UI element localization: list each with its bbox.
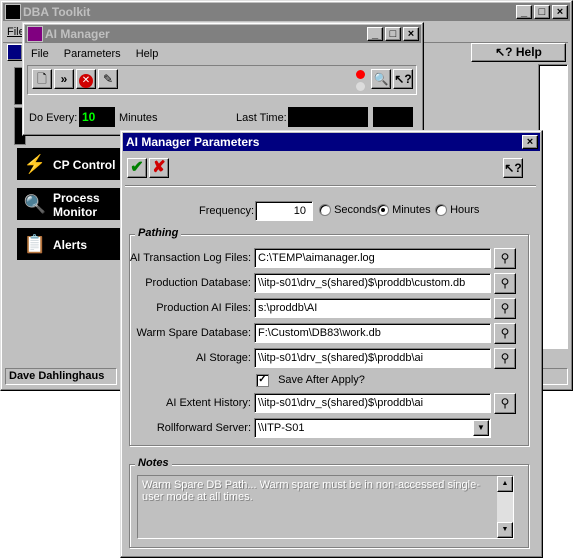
ai-manager-toolbar: 🗋 » ✕ ✎ 🔍 ↖?: [27, 65, 417, 95]
frequency-label: Frequency:: [199, 205, 255, 217]
checkbox-box[interactable]: ✓: [256, 374, 269, 387]
process-monitor-icon: 🔍: [23, 194, 47, 214]
ai-manager-title: AI Manager: [45, 27, 110, 41]
browse-binoculars-icon-aistorage[interactable]: ⚲: [494, 348, 516, 369]
radio-minutes[interactable]: Minutes: [377, 204, 431, 217]
ai-manager-menubar: File Parameters Help: [31, 45, 170, 63]
status-user: Dave Dahlinghaus: [5, 368, 117, 385]
ai-manager-window: AI Manager _ □ × File Parameters Help 🗋 …: [22, 22, 424, 136]
field-label-aistorage: AI Storage:: [195, 352, 251, 364]
nav-cp-control[interactable]: ⚡ CP Control: [15, 146, 123, 182]
field-input-aistorage[interactable]: \\itp-s01\drv_s(shared)$\proddb\ai: [254, 348, 491, 368]
last-time-value: [288, 107, 368, 127]
radio-minutes-label: Minutes: [392, 204, 431, 216]
extent-history-label: AI Extent History:: [166, 397, 251, 409]
dba-toolkit-title: DBA Toolkit: [23, 5, 91, 19]
browse-binoculars-icon-extent[interactable]: ⚲: [494, 393, 516, 414]
save-after-apply-checkbox[interactable]: ✓ Save After Apply?: [256, 374, 365, 387]
app-icon: [5, 4, 21, 20]
run-icon[interactable]: »: [54, 69, 74, 89]
ai-minimize-button[interactable]: _: [367, 27, 383, 41]
dropdown-arrow-icon[interactable]: ▼: [473, 420, 489, 436]
nav-alerts[interactable]: 📋 Alerts: [15, 226, 123, 262]
edit-icon[interactable]: ✎: [98, 69, 118, 89]
help-pointer-icon: ↖?: [495, 45, 513, 59]
dba-toolkit-titlebar[interactable]: DBA Toolkit _ □ ×: [3, 3, 570, 21]
do-every-value: 10: [79, 107, 115, 127]
pathing-group-label: Pathing: [135, 227, 182, 239]
maximize-button[interactable]: □: [534, 5, 550, 19]
params-dialog: AI Manager Parameters × ✔ ✘ ↖? Frequency…: [120, 130, 543, 558]
last-time-extra: [373, 107, 413, 127]
field-label-warmspare: Warm Spare Database:: [136, 327, 251, 339]
rollforward-server-label: Rollforward Server:: [156, 422, 251, 434]
radio-seconds[interactable]: Seconds: [319, 204, 377, 217]
extent-history-input[interactable]: \\itp-s01\drv_s(shared)$\proddb\ai: [254, 393, 491, 413]
save-after-apply-label: Save After Apply?: [278, 374, 365, 387]
scroll-up-icon[interactable]: ▲: [497, 476, 513, 492]
radio-hours[interactable]: Hours: [435, 204, 480, 217]
scroll-down-icon[interactable]: ▼: [497, 522, 513, 538]
params-close-button[interactable]: ×: [522, 135, 538, 149]
browse-binoculars-icon-log[interactable]: ⚲: [494, 248, 516, 269]
radio-seconds-label: Seconds: [334, 204, 377, 216]
notes-scrollbar[interactable]: ▲ ▼: [497, 476, 513, 538]
help-label: Help: [515, 45, 542, 59]
ai-menu-parameters[interactable]: Parameters: [64, 48, 121, 60]
toolkit-toolbar-icon[interactable]: [7, 44, 23, 61]
radio-seconds-dot[interactable]: [319, 204, 331, 217]
nav-cp-control-label: CP Control: [53, 158, 116, 172]
status-light-red: [356, 70, 365, 79]
minimize-button[interactable]: _: [516, 5, 532, 19]
frequency-input[interactable]: 10: [255, 201, 313, 221]
nav-process-monitor-label: Process Monitor: [53, 191, 100, 219]
cancel-x-icon[interactable]: ✘: [149, 158, 169, 178]
status-user-text: Dave Dahlinghaus: [9, 370, 105, 382]
params-titlebar[interactable]: AI Manager Parameters ×: [123, 133, 540, 151]
ai-close-button[interactable]: ×: [403, 27, 419, 41]
status-light-off: [356, 82, 365, 91]
radio-hours-label: Hours: [450, 204, 480, 216]
notes-textarea[interactable]: Warm Spare DB Path... Warm spare must be…: [137, 475, 514, 539]
radio-hours-dot[interactable]: [435, 204, 447, 217]
do-every-unit: Minutes: [119, 112, 158, 124]
search-icon[interactable]: 🔍: [371, 69, 391, 89]
field-input-warmspare[interactable]: F:\Custom\DB83\work.db: [254, 323, 491, 343]
alerts-icon: 📋: [23, 234, 47, 254]
field-label-log: AI Transaction Log Files:: [129, 252, 251, 264]
params-toolbar: ✔ ✘ ↖?: [125, 155, 536, 186]
new-doc-icon[interactable]: 🗋: [32, 69, 52, 89]
help-button[interactable]: ↖? Help: [471, 43, 566, 62]
context-help-icon[interactable]: ↖?: [393, 69, 413, 89]
field-input-log[interactable]: C:\TEMP\aimanager.log: [254, 248, 491, 268]
cp-control-icon: ⚡: [23, 154, 47, 174]
field-input-prodai[interactable]: s:\proddb\AI: [254, 298, 491, 318]
last-time-label: Last Time:: [236, 112, 287, 124]
stop-icon[interactable]: ✕: [76, 69, 96, 89]
ai-manager-app-icon: [27, 26, 43, 42]
notes-group-label: Notes: [135, 457, 172, 469]
radio-minutes-dot[interactable]: [377, 204, 389, 217]
field-label-proddb: Production Database:: [145, 277, 251, 289]
nav-alerts-label: Alerts: [53, 238, 88, 252]
field-input-proddb[interactable]: \\itp-s01\drv_s(shared)$\proddb\custom.d…: [254, 273, 491, 293]
ai-menu-help[interactable]: Help: [136, 48, 159, 60]
ok-check-icon[interactable]: ✔: [127, 158, 147, 178]
ai-menu-file[interactable]: File: [31, 48, 49, 60]
rollforward-server-select[interactable]: \\ITP-S01: [254, 418, 491, 438]
nav-process-monitor[interactable]: 🔍 Process Monitor: [15, 186, 123, 222]
ai-maximize-button[interactable]: □: [385, 27, 401, 41]
browse-binoculars-icon-warmspare[interactable]: ⚲: [494, 323, 516, 344]
do-every-label: Do Every:: [29, 112, 78, 124]
ai-manager-titlebar[interactable]: AI Manager _ □ ×: [25, 25, 421, 43]
notes-text: Warm Spare DB Path... Warm spare must be…: [142, 479, 480, 503]
params-title: AI Manager Parameters: [126, 135, 260, 149]
browse-binoculars-icon-proddb[interactable]: ⚲: [494, 273, 516, 294]
close-button[interactable]: ×: [552, 5, 568, 19]
params-context-help-icon[interactable]: ↖?: [503, 158, 523, 178]
browse-binoculars-icon-prodai[interactable]: ⚲: [494, 298, 516, 319]
field-label-prodai: Production AI Files:: [156, 302, 251, 314]
